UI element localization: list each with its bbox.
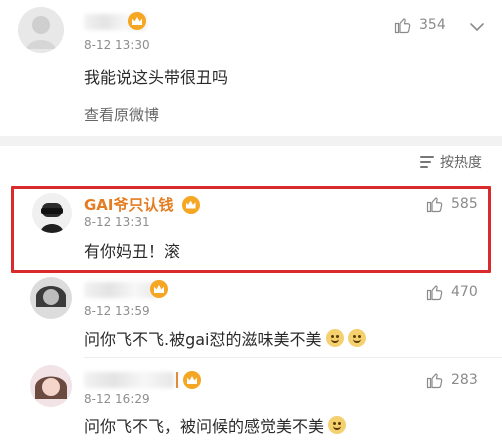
top-comment-time: 8-12 13:30	[84, 38, 150, 52]
top-comment-text: 我能说这头带很丑吗	[84, 68, 229, 87]
avatar-image-icon	[18, 7, 64, 53]
vip-crown-icon	[150, 280, 168, 298]
reply-3-time: 8-12 16:29	[84, 392, 150, 406]
reply-2-text: 问你飞不飞.被gai怼的滋味美不美	[84, 330, 322, 349]
highlight-box	[11, 186, 491, 273]
reply-1-username[interactable]: GAI爷只认钱	[84, 194, 174, 215]
sort-label: 按热度	[440, 155, 482, 171]
thumbs-up-icon	[426, 285, 443, 301]
like-count: 354	[419, 17, 446, 33]
reply-3-text-row: 问你飞不飞，被问候的感觉美不美	[84, 413, 347, 437]
reply-1-time: 8-12 13:31	[84, 215, 150, 229]
thumbs-up-icon	[426, 197, 443, 213]
avatar-image-icon	[30, 365, 72, 407]
reply-divider	[84, 357, 502, 358]
smile-emoji-icon	[328, 416, 347, 434]
reply-2-like-button[interactable]: 470	[426, 283, 478, 301]
reply-3-text: 问你飞不飞，被问候的感觉美不美	[84, 417, 325, 436]
reply-2-text-row: 问你飞不飞.被gai怼的滋味美不美	[84, 326, 366, 350]
thumbs-up-icon	[394, 18, 411, 34]
name-separator	[176, 372, 178, 388]
section-separator	[0, 136, 502, 146]
vip-crown-icon	[128, 12, 146, 30]
sort-lines-icon	[420, 156, 434, 168]
reply-2-avatar[interactable]	[30, 277, 72, 319]
like-count: 470	[451, 284, 478, 300]
smile-emoji-icon	[347, 329, 366, 347]
thumbs-up-icon	[426, 373, 443, 389]
like-count: 283	[451, 372, 478, 388]
avatar-image-icon	[30, 277, 72, 319]
reply-3-username-blurred[interactable]	[84, 372, 174, 388]
more-options-icon[interactable]	[468, 19, 486, 35]
vip-crown-icon	[181, 195, 200, 214]
reply-1-text: 有你妈丑！滚	[84, 242, 181, 261]
reply-2-time: 8-12 13:59	[84, 304, 150, 318]
like-count: 585	[451, 196, 478, 212]
reply-1-avatar[interactable]	[32, 193, 72, 233]
reply-1-name-row: GAI爷只认钱	[84, 194, 200, 215]
vip-crown-icon	[183, 371, 201, 389]
reply-1-like-button[interactable]: 585	[426, 195, 478, 213]
sort-by-hot-button[interactable]: 按热度	[420, 152, 482, 172]
reply-2-username-blurred[interactable]	[84, 282, 160, 298]
reply-3-avatar[interactable]	[30, 365, 72, 407]
avatar-image-icon	[32, 193, 72, 233]
reply-3-like-button[interactable]: 283	[426, 371, 478, 389]
view-original-link[interactable]: 查看原微博	[84, 104, 159, 125]
top-comment-avatar[interactable]	[18, 7, 64, 53]
smile-emoji-icon	[325, 329, 344, 347]
top-comment-like-button[interactable]: 354	[394, 16, 446, 34]
